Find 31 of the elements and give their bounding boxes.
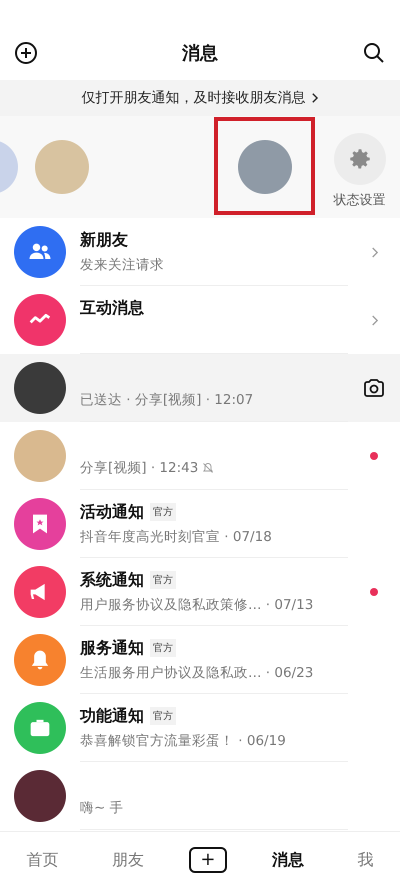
nav-tab[interactable]: 我 [349,844,382,876]
row-subtitle: 恭喜解锁官方流量彩蛋！ · 06/19 [80,732,286,750]
row-subtitle: 已送达 · 分享[视频] · 12:07 [80,391,254,409]
row-subtitle: 分享[视频] · 12:43 [80,459,198,477]
nav-tab[interactable]: 消息 [264,844,312,876]
row-title: 系统通知 [80,570,144,590]
row-subtitle: 生活服务用户协议及隐私政… · 06/23 [80,664,314,682]
row-title: 新朋友 [80,230,128,250]
notification-banner[interactable]: 仅打开朋友通知，及时接收朋友消息 [0,80,400,116]
create-button[interactable]: + [188,847,227,873]
row-subtitle: 用户服务协议及隐私政策修… · 07/13 [80,596,314,614]
official-tag: 官方 [150,707,176,725]
official-tag: 官方 [150,639,176,657]
nav-tab[interactable]: 朋友 [104,844,152,876]
add-icon[interactable] [14,41,38,65]
story-label: 状态设置 [334,192,386,209]
row-title: 活动通知 [80,502,144,522]
list-row[interactable]: 已送达 · 分享[视频] · 12:07 [0,354,400,422]
row-subtitle: 嗨~ 手 [80,799,124,817]
official-tag: 官方 [150,503,176,521]
avatar[interactable] [238,140,292,194]
page-title: 消息 [182,42,218,65]
camera-icon[interactable] [362,376,386,400]
row-title: 服务通知 [80,638,144,658]
row-subtitle: 抖音年度高光时刻官宣 · 07/18 [80,528,272,546]
row-title: 互动消息 [80,298,144,318]
official-tag: 官方 [150,571,176,589]
row-title: 功能通知 [80,706,144,726]
nav-tab[interactable]: 首页 [18,844,67,876]
row-subtitle: 发来关注请求 [80,256,164,274]
search-icon[interactable] [362,41,386,65]
